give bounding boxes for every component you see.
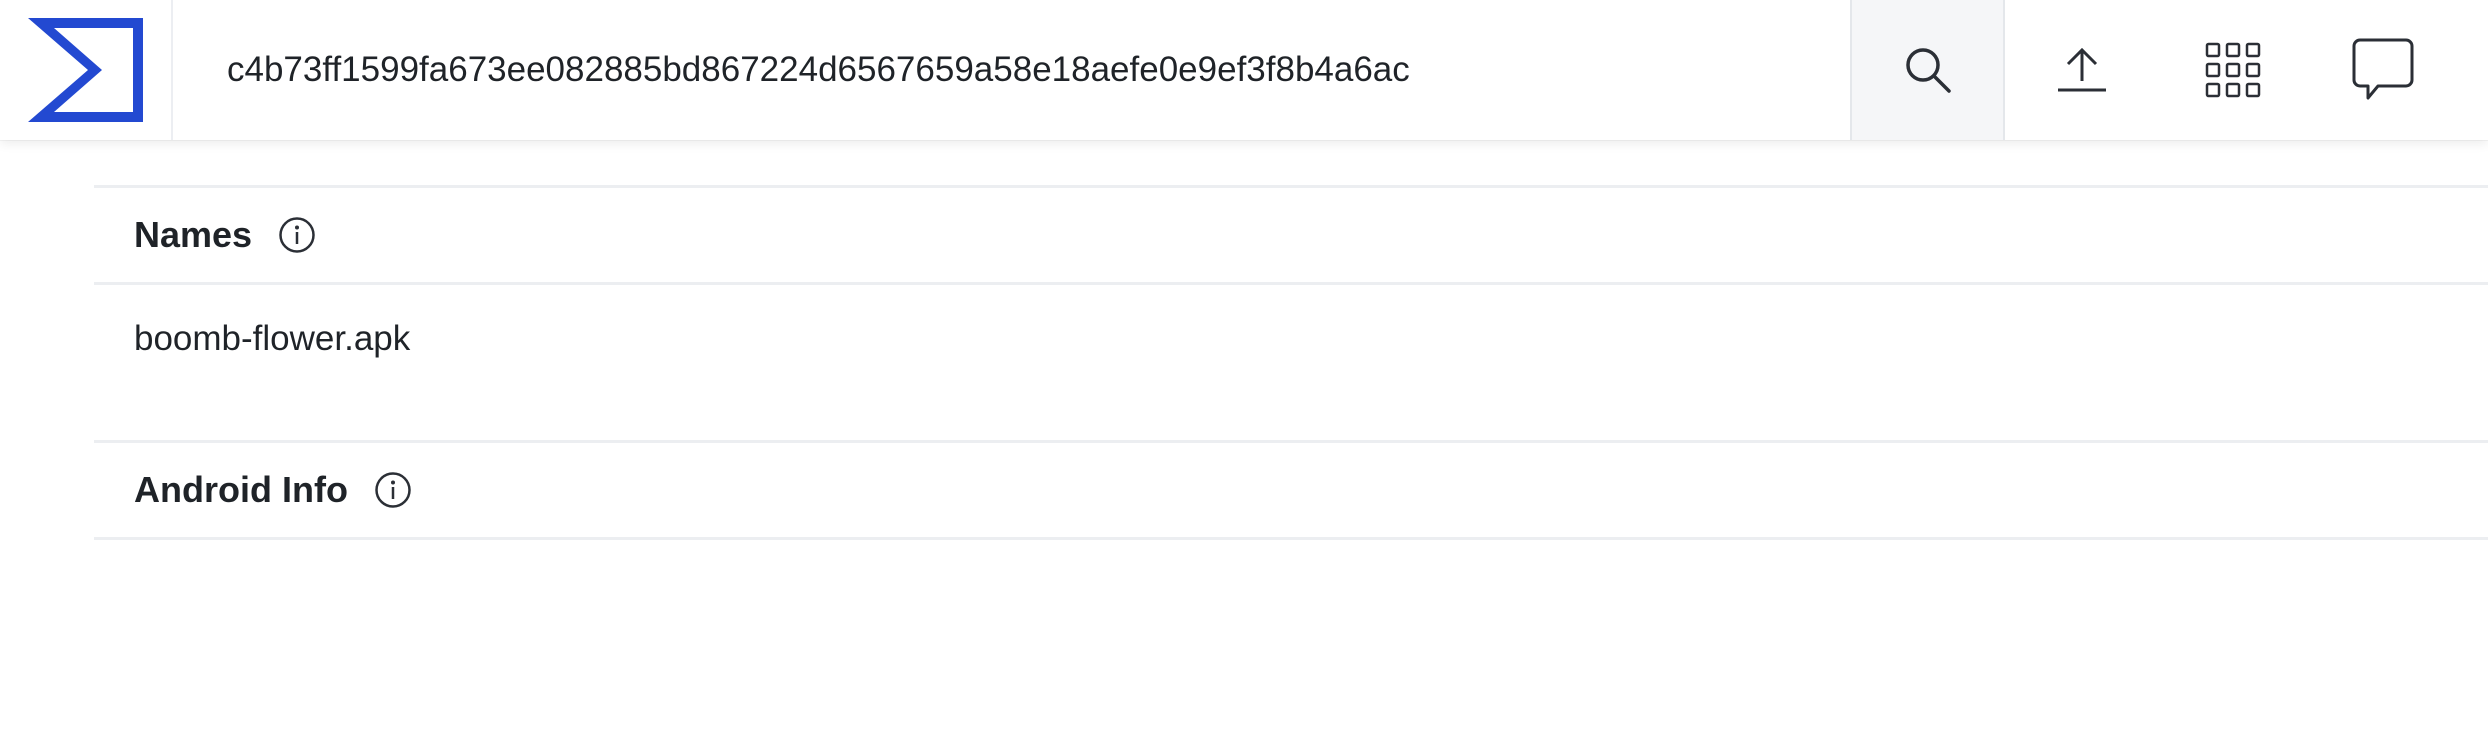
search-input[interactable] bbox=[175, 0, 1850, 140]
search-icon bbox=[1905, 48, 1951, 93]
names-list: boomb-flower.apk bbox=[94, 285, 2488, 440]
file-name-item: boomb-flower.apk bbox=[134, 319, 411, 358]
info-icon bbox=[279, 217, 315, 253]
info-icon bbox=[375, 472, 411, 508]
top-bar bbox=[0, 0, 2488, 140]
chat-bubble-icon bbox=[2352, 38, 2414, 100]
feedback-button[interactable] bbox=[2313, 0, 2453, 140]
names-section-title: Names bbox=[134, 214, 253, 255]
search-button[interactable] bbox=[1850, 0, 2005, 140]
upload-button[interactable] bbox=[2012, 0, 2152, 140]
main-content: Names boomb-flower.apk Android Info bbox=[94, 185, 2488, 540]
android-info-section-header: Android Info bbox=[94, 440, 2488, 540]
sigma-logo-icon bbox=[28, 18, 143, 122]
names-section-header: Names bbox=[94, 185, 2488, 285]
names-info-button[interactable] bbox=[278, 216, 316, 254]
android-info-info-button[interactable] bbox=[374, 471, 412, 509]
upload-icon bbox=[2058, 47, 2106, 92]
apps-menu-button[interactable] bbox=[2163, 0, 2303, 140]
home-logo-link[interactable] bbox=[0, 0, 173, 140]
apps-grid-icon bbox=[2205, 42, 2261, 98]
android-info-section-title: Android Info bbox=[134, 469, 348, 510]
